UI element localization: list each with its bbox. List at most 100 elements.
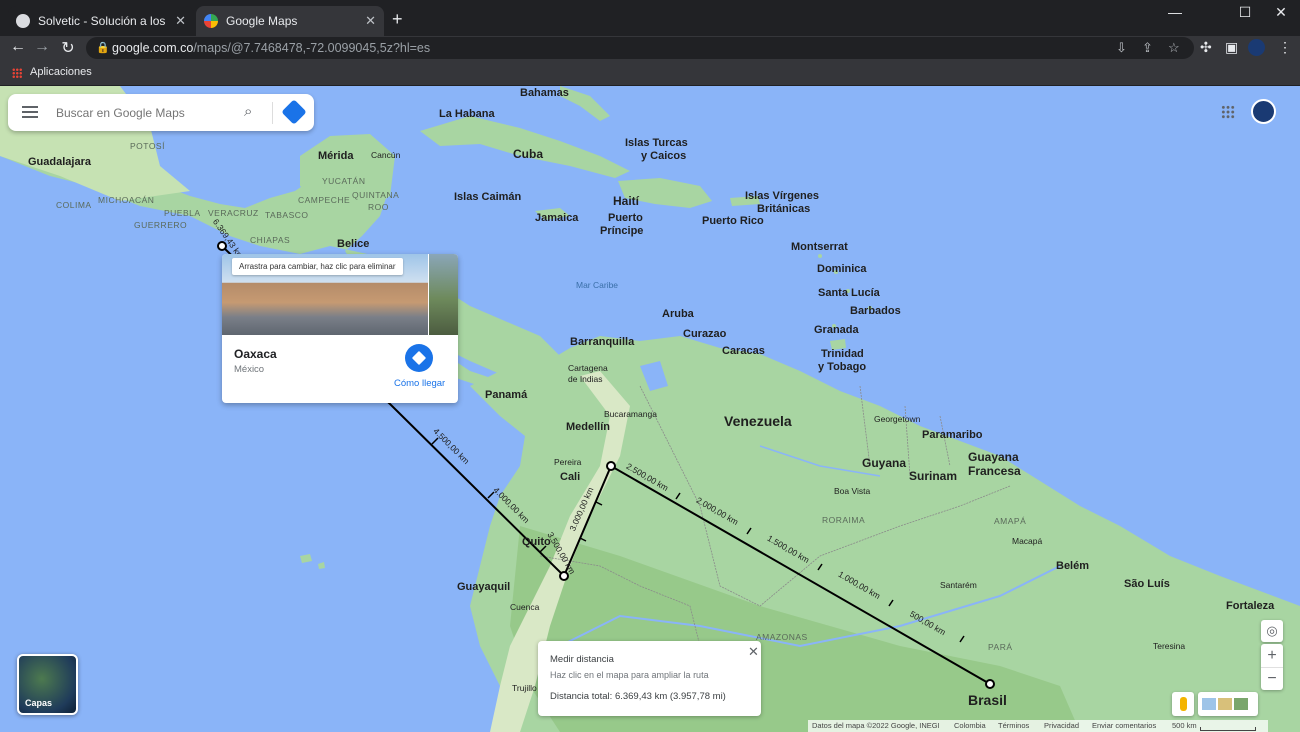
tab-label: Solvetic - Solución a los problem bbox=[38, 14, 169, 28]
map-label: Panamá bbox=[485, 389, 528, 401]
directions-icon[interactable] bbox=[281, 99, 307, 125]
menu-kebab-icon[interactable]: ⋮ bbox=[1278, 39, 1292, 56]
map-label: Guadalajara bbox=[28, 156, 91, 168]
close-window-button[interactable]: ✕ bbox=[1266, 4, 1296, 21]
map-label: Caracas bbox=[722, 345, 765, 357]
map-label: Cuba bbox=[513, 147, 543, 161]
map-label: Cartagena bbox=[568, 363, 608, 373]
reload-icon[interactable]: ↻ bbox=[58, 38, 78, 58]
map-type-thumbnails[interactable] bbox=[1198, 692, 1258, 716]
drag-tooltip: Arrastra para cambiar, haz clic para eli… bbox=[232, 258, 403, 275]
map-label: Trujillo bbox=[512, 683, 537, 693]
map-label: Granada bbox=[814, 324, 859, 336]
map-label: COLIMA bbox=[56, 200, 92, 210]
address-bar[interactable]: 🔒 google.com.co/maps/@7.7468478,-72.0099… bbox=[86, 37, 1194, 59]
back-arrow-icon[interactable]: ← bbox=[8, 38, 28, 56]
tab-close-icon[interactable]: ✕ bbox=[365, 13, 376, 29]
bookmark-star-icon[interactable]: ☆ bbox=[1168, 40, 1180, 56]
map-label: Boa Vista bbox=[834, 486, 871, 496]
forward-arrow-icon[interactable]: → bbox=[32, 38, 52, 56]
map-canvas[interactable]: 6.369,43 km 4.500,00 km 4.000,00 km 3.50… bbox=[0, 86, 1300, 732]
map-label: Islas Caimán bbox=[454, 191, 522, 203]
search-icon[interactable]: ⌕ bbox=[244, 103, 252, 120]
footer-privacy[interactable]: Privacidad bbox=[1044, 721, 1079, 730]
map-label: PUEBLA bbox=[164, 208, 201, 218]
new-tab-button[interactable]: + bbox=[392, 9, 403, 30]
account-avatar[interactable] bbox=[1251, 99, 1276, 124]
close-icon[interactable]: ✕ bbox=[748, 644, 759, 660]
map-label: Cali bbox=[560, 471, 581, 483]
tab-google-maps[interactable]: Google Maps ✕ bbox=[196, 6, 384, 36]
bookmark-apps[interactable]: Aplicaciones bbox=[30, 66, 92, 78]
map-label: Británicas bbox=[757, 203, 811, 215]
url-path: /maps/@7.7468478,-72.0099045,5z?hl=es bbox=[193, 41, 431, 55]
footer-feedback[interactable]: Enviar comentarios bbox=[1092, 721, 1156, 730]
measure-hint: Haz clic en el mapa para ampliar la ruta bbox=[550, 670, 709, 680]
apps-grid-icon[interactable] bbox=[1221, 105, 1235, 119]
thumbnail[interactable] bbox=[1218, 698, 1232, 710]
zoom-out-button[interactable]: − bbox=[1261, 668, 1283, 690]
map-label: RORAIMA bbox=[822, 515, 866, 525]
street-view-pegman-icon[interactable] bbox=[1172, 692, 1194, 716]
map-label: Santa Lucía bbox=[818, 287, 880, 299]
layers-button[interactable]: Capas bbox=[17, 654, 78, 715]
thumbnail[interactable] bbox=[1202, 698, 1216, 710]
browser-tab-bar: Solvetic - Solución a los problem ✕ Goog… bbox=[0, 0, 1300, 36]
tab-solvetic[interactable]: Solvetic - Solución a los problem ✕ bbox=[8, 6, 194, 36]
map-label: Santarém bbox=[940, 580, 977, 590]
map-label: y Caicos bbox=[641, 150, 687, 162]
directions-link[interactable]: Cómo llegar bbox=[394, 378, 445, 389]
my-location-icon[interactable]: ◎ bbox=[1261, 620, 1283, 642]
maximize-button[interactable]: ☐ bbox=[1230, 4, 1260, 21]
footer-scale[interactable]: 500 km bbox=[1172, 721, 1197, 730]
install-app-icon[interactable]: ⇩ bbox=[1116, 40, 1127, 56]
footer-terms[interactable]: Términos bbox=[998, 721, 1029, 730]
map-label: QUINTANA bbox=[352, 190, 400, 200]
share-icon[interactable]: ⇪ bbox=[1142, 40, 1153, 56]
footer-region[interactable]: Colombia bbox=[954, 721, 986, 730]
map-label: Medellín bbox=[566, 421, 611, 433]
directions-button[interactable] bbox=[405, 344, 433, 372]
place-card[interactable]: Arrastra para cambiar, haz clic para eli… bbox=[222, 254, 458, 403]
side-panel-icon[interactable]: ▣ bbox=[1225, 39, 1238, 56]
thumbnail[interactable] bbox=[1234, 698, 1248, 710]
map-label: Mérida bbox=[318, 150, 354, 162]
map-label: Islas Turcas bbox=[625, 137, 688, 149]
scale-bar bbox=[1200, 727, 1256, 731]
map-label: Pereira bbox=[554, 457, 582, 467]
map-label: La Habana bbox=[439, 108, 495, 120]
map-label: Islas Vírgenes bbox=[745, 190, 819, 202]
map-label: Teresina bbox=[1153, 641, 1186, 651]
browser-toolbar: ← → ↻ 🔒 google.com.co/maps/@7.7468478,-7… bbox=[0, 36, 1300, 60]
place-photo-secondary[interactable] bbox=[429, 254, 458, 335]
minimize-button[interactable]: — bbox=[1160, 4, 1190, 20]
search-input[interactable] bbox=[54, 102, 238, 124]
tab-label: Google Maps bbox=[226, 14, 298, 28]
zoom-in-button[interactable]: + bbox=[1261, 644, 1283, 668]
map-label: Curazao bbox=[683, 328, 727, 340]
map-label: YUCATÁN bbox=[322, 176, 366, 186]
map-label: Príncipe bbox=[600, 225, 644, 237]
map-label: Fortaleza bbox=[1226, 600, 1275, 612]
map-label: Bahamas bbox=[520, 87, 569, 99]
search-divider bbox=[272, 102, 273, 124]
maps-favicon-icon bbox=[204, 14, 218, 28]
url-text: google.com.co/maps/@7.7468478,-72.009904… bbox=[112, 41, 430, 55]
map-label: CHIAPAS bbox=[250, 235, 291, 245]
extensions-icon[interactable]: ✣ bbox=[1200, 39, 1212, 56]
tab-close-icon[interactable]: ✕ bbox=[175, 13, 186, 29]
menu-hamburger-icon[interactable] bbox=[22, 106, 38, 118]
map-label: PARÁ bbox=[988, 642, 1013, 652]
measure-total: Distancia total: 6.369,43 km (3.957,78 m… bbox=[550, 691, 726, 702]
map-label: TABASCO bbox=[265, 210, 309, 220]
map-label: Paramaribo bbox=[922, 429, 983, 441]
solvetic-favicon-icon bbox=[16, 14, 30, 28]
map-label: CAMPECHE bbox=[298, 195, 351, 205]
place-name: Oaxaca bbox=[234, 347, 277, 361]
map-label: Trinidad bbox=[821, 348, 864, 360]
map-label: Aruba bbox=[662, 308, 694, 320]
map-label: POTOSÍ bbox=[130, 141, 165, 151]
map-label: de Indias bbox=[568, 374, 603, 384]
profile-avatar[interactable] bbox=[1248, 39, 1265, 56]
map-label: AMAZONAS bbox=[756, 632, 808, 642]
